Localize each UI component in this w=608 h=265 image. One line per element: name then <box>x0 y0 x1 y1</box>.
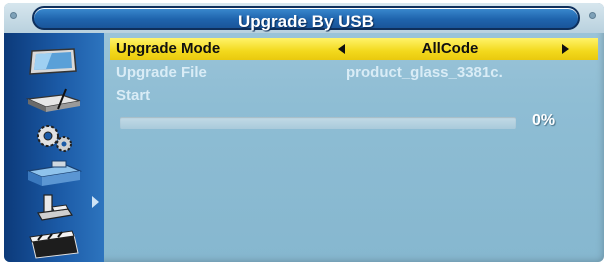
title-bar: Upgrade By USB <box>4 3 604 33</box>
corner-dot-left <box>10 12 17 19</box>
upgrade-file-row[interactable]: Upgrade File product_glass_3381c. <box>110 62 598 84</box>
upgrade-file-value: product_glass_3381c. <box>346 64 503 81</box>
sidebar-item-tv[interactable] <box>22 47 86 77</box>
title-pill: Upgrade By USB <box>32 6 580 31</box>
sidebar-item-receiver[interactable] <box>22 85 86 115</box>
media-clapper-icon <box>29 230 79 259</box>
arrow-right-icon[interactable] <box>562 44 569 54</box>
sidebar-item-usb[interactable] <box>22 193 86 223</box>
sidebar-pointer-icon <box>92 196 99 208</box>
arrow-left-icon[interactable] <box>338 44 345 54</box>
tools-icon <box>25 160 83 186</box>
corner-dot-right <box>589 12 596 19</box>
receiver-box-icon <box>25 88 81 112</box>
gears-icon <box>37 125 72 152</box>
sidebar-item-tools[interactable] <box>22 159 86 189</box>
usb-upgrade-screen: Upgrade By USB Upgrade Mode AllCode Upgr… <box>4 3 604 262</box>
tv-screen-icon <box>29 48 77 75</box>
start-row[interactable]: Start <box>110 85 598 107</box>
upgrade-file-label: Upgrade File <box>116 64 207 81</box>
page-title: Upgrade By USB <box>237 12 375 31</box>
progress-bar <box>120 117 516 129</box>
progress-percent: 0% <box>532 112 556 129</box>
sidebar-item-settings[interactable] <box>22 123 86 153</box>
start-label: Start <box>116 87 151 104</box>
sidebar-item-media[interactable] <box>22 229 86 259</box>
sidebar <box>4 33 104 262</box>
upgrade-mode-row[interactable]: Upgrade Mode AllCode <box>110 38 598 60</box>
upgrade-mode-label: Upgrade Mode <box>116 40 221 57</box>
upgrade-mode-value: AllCode <box>421 40 479 57</box>
usb-icon <box>37 194 74 221</box>
upgrade-menu: Upgrade Mode AllCode Upgrade File produc… <box>104 33 604 262</box>
